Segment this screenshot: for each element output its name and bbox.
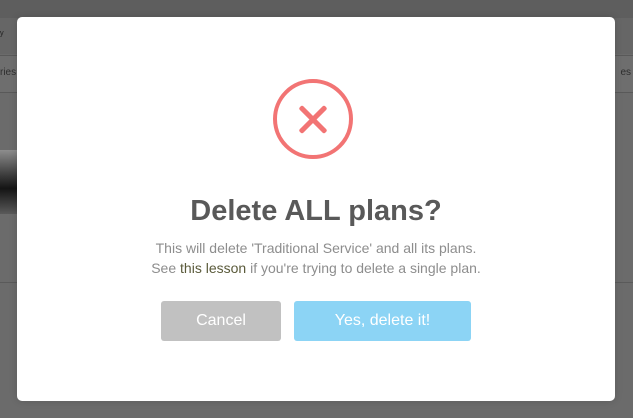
background-thumbnail: [0, 150, 18, 214]
dialog-title: Delete ALL plans?: [190, 195, 442, 227]
lesson-link[interactable]: this lesson: [180, 260, 246, 276]
cancel-button[interactable]: Cancel: [161, 301, 281, 341]
dialog-message-line2: See this lesson if you're trying to dele…: [17, 258, 615, 278]
background-toolbar-glyph: ʸ: [0, 29, 4, 41]
confirm-delete-dialog: Delete ALL plans? This will delete 'Trad…: [17, 17, 615, 401]
background-row-right-text: es: [620, 67, 631, 78]
confirm-delete-button[interactable]: Yes, delete it!: [294, 301, 471, 341]
dialog-message-line1: This will delete 'Traditional Service' a…: [155, 240, 477, 256]
dialog-message-suffix: if you're trying to delete a single plan…: [246, 260, 481, 276]
error-x-icon: [273, 79, 353, 159]
background-top-bar: [0, 0, 633, 18]
dialog-message-prefix: See: [151, 260, 181, 276]
dialog-message: This will delete 'Traditional Service' a…: [17, 238, 615, 278]
background-row-left-text: ries: [0, 67, 17, 78]
